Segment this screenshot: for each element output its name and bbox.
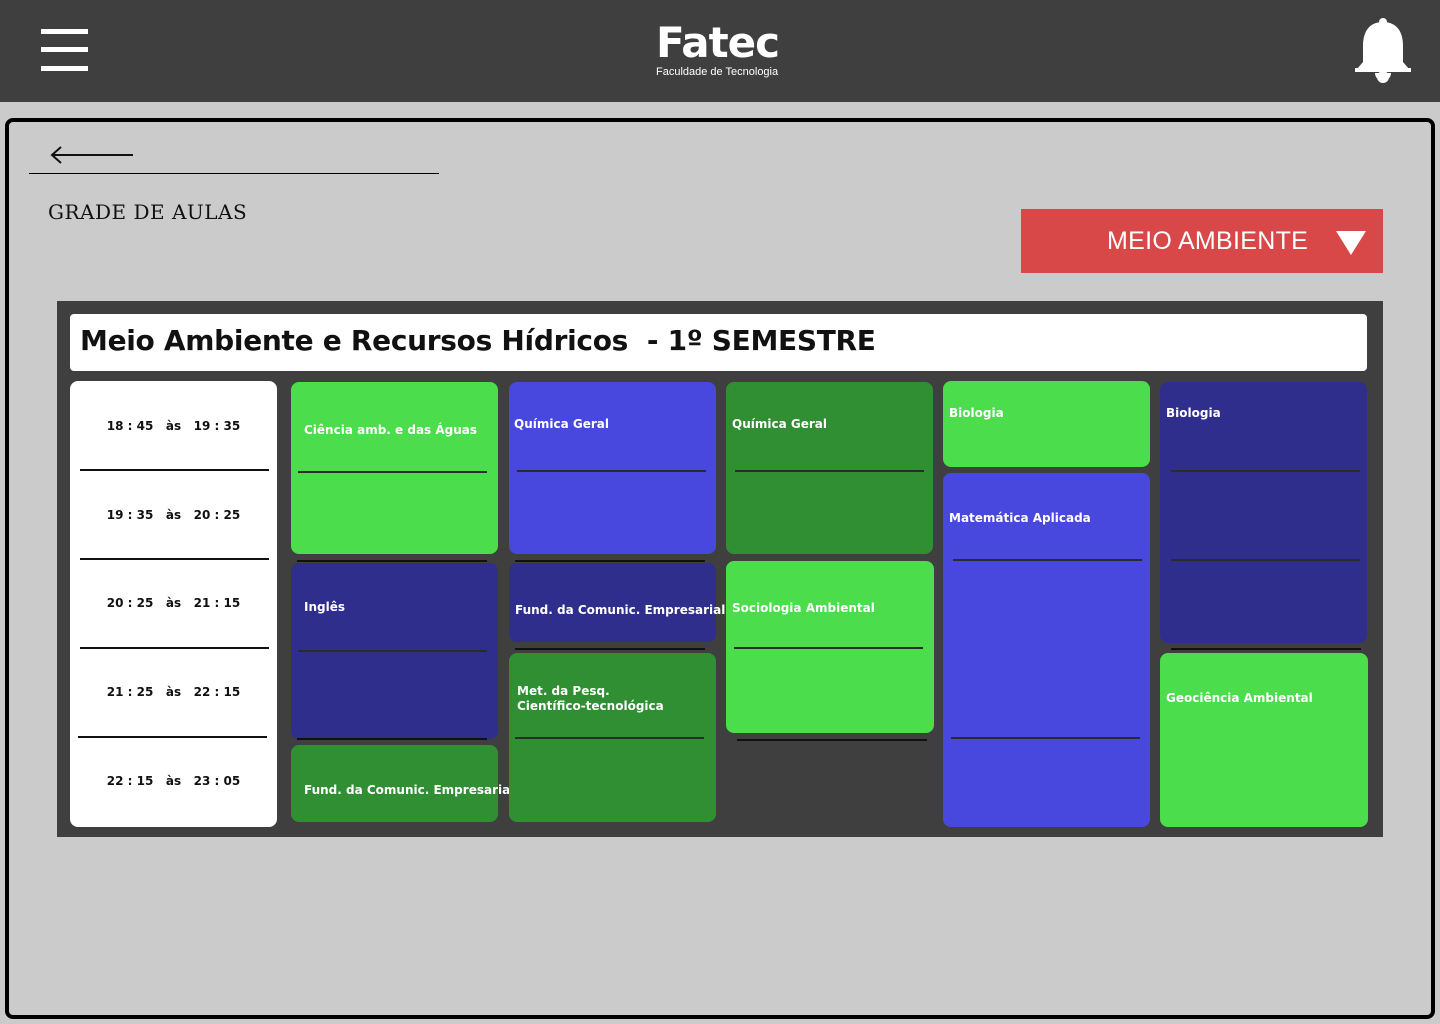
class-name: Fund. da Comunic. Empresarial [515, 603, 726, 617]
slot-divider [737, 739, 927, 741]
logo-sub-text: Faculdade de Tecnologia [656, 66, 779, 78]
chevron-down-icon [1336, 231, 1366, 255]
schedule-grid: Meio Ambiente e Recursos Hídricos - 1º S… [57, 301, 1383, 837]
bell-icon[interactable] [1354, 18, 1412, 84]
time-divider [80, 647, 269, 649]
time-divider [78, 736, 267, 738]
time-slot-1: 18 : 45 às 19 : 35 [106, 419, 241, 433]
slot-divider [517, 470, 706, 472]
class-block[interactable]: Fund. da Comunic. Empresarial [509, 563, 725, 642]
slot-divider [735, 470, 924, 472]
slot-divider [1171, 648, 1361, 650]
slot-divider [298, 471, 487, 473]
back-arrow-icon[interactable] [49, 144, 135, 166]
slot-divider [734, 647, 923, 649]
class-block[interactable]: Ciência amb. e das Águas [291, 382, 498, 554]
class-block[interactable]: Geociência Ambiental [1160, 653, 1368, 827]
class-name: Sociologia Ambiental [732, 601, 875, 615]
slot-divider [297, 560, 487, 562]
class-name: Química Geral [732, 417, 827, 431]
course-select-value: MEIO AMBIENTE [1107, 227, 1309, 255]
time-slot-3: 20 : 25 às 21 : 15 [106, 596, 241, 610]
class-name: Química Geral [514, 417, 609, 431]
slot-divider [298, 650, 487, 652]
time-slot-2: 19 : 35 às 20 : 25 [106, 508, 241, 522]
class-block[interactable]: Biologia [1160, 382, 1367, 643]
class-name: Inglês [304, 600, 345, 614]
class-name: Met. da Pesq. Científico-tecnológica [517, 684, 664, 713]
schedule-title: Meio Ambiente e Recursos Hídricos - 1º S… [80, 324, 876, 357]
slot-divider [1171, 559, 1360, 561]
schedule-title-bar: Meio Ambiente e Recursos Hídricos - 1º S… [70, 314, 1367, 371]
header-divider [29, 173, 439, 174]
class-block[interactable]: Met. da Pesq. Científico-tecnológica [509, 653, 716, 822]
main-panel: GRADE DE AULAS MEIO AMBIENTE Meio Ambien… [5, 118, 1435, 1019]
class-block[interactable]: Química Geral [726, 382, 933, 554]
time-divider [80, 469, 269, 471]
time-column: 18 : 45 às 19 : 35 19 : 35 às 20 : 25 20… [70, 381, 277, 827]
time-slot-5: 22 : 15 às 23 : 05 [106, 774, 241, 788]
time-divider [80, 558, 269, 560]
slot-divider [953, 559, 1142, 561]
slot-divider [297, 738, 487, 740]
class-name: Geociência Ambiental [1166, 691, 1313, 705]
class-name: Matemática Aplicada [949, 511, 1091, 525]
slot-divider [515, 560, 705, 562]
slot-divider [515, 737, 704, 739]
slot-divider [1171, 470, 1360, 472]
slot-divider [951, 737, 1140, 739]
menu-icon[interactable] [41, 29, 88, 71]
course-select[interactable]: MEIO AMBIENTE [1021, 209, 1383, 273]
top-bar: Fatec Faculdade de Tecnologia [0, 0, 1440, 102]
class-block[interactable]: Inglês [291, 563, 498, 739]
time-slot-4: 21 : 25 às 22 : 15 [106, 685, 241, 699]
logo-main-text: Fatec [656, 18, 780, 67]
page-title: GRADE DE AULAS [48, 200, 248, 224]
class-name: Fund. da Comunic. Empresarial [304, 783, 515, 797]
class-block[interactable]: Fund. da Comunic. Empresarial [291, 745, 514, 822]
class-name: Biologia [949, 406, 1004, 420]
class-name: Biologia [1166, 406, 1221, 420]
class-name: Ciência amb. e das Águas [304, 423, 478, 437]
slot-divider [515, 648, 705, 650]
class-block[interactable]: Matemática Aplicada [943, 473, 1150, 827]
class-block[interactable]: Sociologia Ambiental [726, 561, 934, 733]
fatec-logo[interactable]: Fatec Faculdade de Tecnologia [656, 18, 796, 79]
class-block[interactable]: Biologia [943, 381, 1150, 467]
class-block[interactable]: Química Geral [509, 382, 716, 554]
